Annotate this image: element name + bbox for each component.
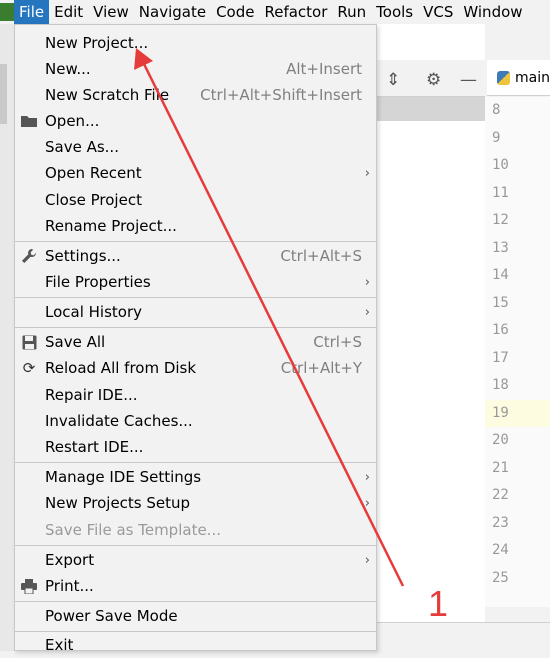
annotation-number: 1 <box>428 583 449 624</box>
annotation-arrow <box>134 48 405 587</box>
